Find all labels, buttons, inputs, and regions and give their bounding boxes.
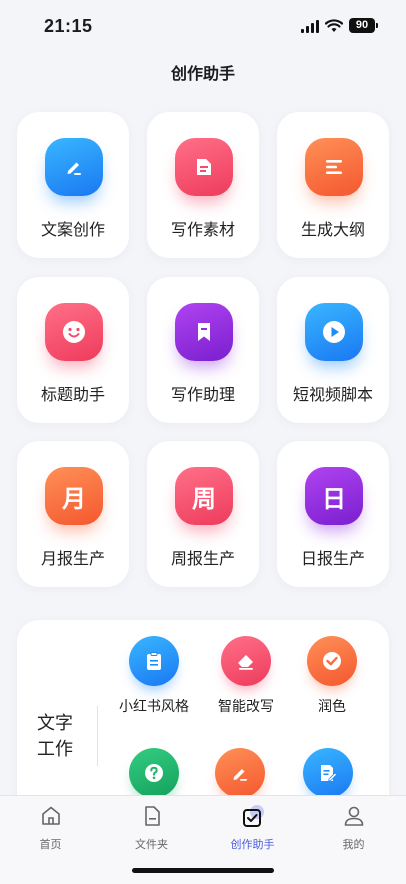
eraser-icon xyxy=(238,655,253,670)
tab-home[interactable]: 首页 xyxy=(0,804,101,852)
outline-icon xyxy=(326,160,342,174)
battery-level: 90 xyxy=(349,18,375,33)
tool-polish[interactable]: 润色 xyxy=(289,636,375,716)
smile-icon xyxy=(63,321,85,343)
tool-icon-circle xyxy=(129,636,179,686)
status-bar: 21:15 90 xyxy=(0,0,406,54)
question-icon xyxy=(145,764,163,782)
check-icon xyxy=(323,652,341,670)
tool-xiaohongshu-style[interactable]: 小红书风格 xyxy=(111,636,197,716)
card-icon-tile: 周 xyxy=(175,467,233,525)
card-copywriting[interactable]: 文案创作 xyxy=(17,112,129,258)
card-label: 标题助手 xyxy=(40,387,105,404)
tool-icon-circle xyxy=(303,748,353,798)
tool-label: 小红书风格 xyxy=(119,698,189,714)
tab-label: 创作助手 xyxy=(230,839,275,851)
card-label: 短视频脚本 xyxy=(292,387,373,404)
pen-icon xyxy=(67,162,81,175)
tab-label: 我的 xyxy=(342,839,365,851)
card-title-assistant[interactable]: 标题助手 xyxy=(17,277,129,423)
card-weekly-report[interactable]: 周 周报生产 xyxy=(147,441,259,587)
tool-icon-circle xyxy=(215,748,265,798)
tool-icon-circle xyxy=(129,748,179,798)
play-icon xyxy=(323,321,345,343)
card-label: 日报生产 xyxy=(300,551,365,568)
tool-label: 润色 xyxy=(318,698,346,714)
card-monthly-report[interactable]: 月 月报生产 xyxy=(17,441,129,587)
month-icon: 月 xyxy=(62,484,86,513)
week-icon: 周 xyxy=(192,484,216,513)
page-title: 创作助手 xyxy=(170,66,235,83)
panel-title: 文字 工作 xyxy=(37,713,73,759)
card-icon-tile: 日 xyxy=(305,467,363,525)
battery-icon: 90 xyxy=(349,18,378,33)
card-icon-tile: 月 xyxy=(45,467,103,525)
card-short-video-script[interactable]: 短视频脚本 xyxy=(277,277,389,423)
status-time: 21:15 xyxy=(44,16,93,36)
tab-folder[interactable]: 文件夹 xyxy=(101,804,202,852)
tool-label: 智能改写 xyxy=(218,698,274,714)
card-icon-tile xyxy=(175,138,233,196)
bookmark-icon xyxy=(198,323,210,341)
tab-label: 文件夹 xyxy=(135,839,168,851)
card-label: 文案创作 xyxy=(40,222,105,239)
doc-edit-icon xyxy=(321,765,338,782)
cellular-signal-icon xyxy=(301,19,319,33)
document-icon xyxy=(197,159,211,175)
card-label: 周报生产 xyxy=(170,551,235,568)
card-generate-outline[interactable]: 生成大纲 xyxy=(277,112,389,258)
card-label: 写作素材 xyxy=(170,222,235,239)
card-icon-tile xyxy=(305,138,363,196)
profile-icon xyxy=(344,806,363,826)
wifi-icon xyxy=(325,18,343,32)
pen-icon xyxy=(233,769,247,781)
clipboard-icon xyxy=(147,652,161,670)
folder-icon xyxy=(144,806,160,826)
home-indicator xyxy=(132,868,274,873)
tab-create-assistant[interactable]: 创作助手 xyxy=(202,804,303,852)
create-assistant-icon xyxy=(242,805,264,827)
card-writing-assistant[interactable]: 写作助理 xyxy=(147,277,259,423)
tool-icon-circle xyxy=(221,636,271,686)
status-icons: 90 xyxy=(301,18,378,33)
home-icon xyxy=(41,806,60,825)
card-writing-material[interactable]: 写作素材 xyxy=(147,112,259,258)
day-icon: 日 xyxy=(322,484,346,513)
tab-mine[interactable]: 我的 xyxy=(303,804,404,852)
tool-icon-circle xyxy=(307,636,357,686)
card-icon-tile xyxy=(175,303,233,361)
card-label: 生成大纲 xyxy=(300,222,365,239)
card-icon-tile xyxy=(45,303,103,361)
tab-label: 首页 xyxy=(39,839,62,851)
tool-smart-rewrite[interactable]: 智能改写 xyxy=(203,636,289,716)
card-daily-report[interactable]: 日 日报生产 xyxy=(277,441,389,587)
divider xyxy=(97,706,98,766)
card-icon-tile xyxy=(305,303,363,361)
card-icon-tile xyxy=(45,138,103,196)
card-label: 月报生产 xyxy=(40,551,105,568)
card-label: 写作助理 xyxy=(170,387,235,404)
